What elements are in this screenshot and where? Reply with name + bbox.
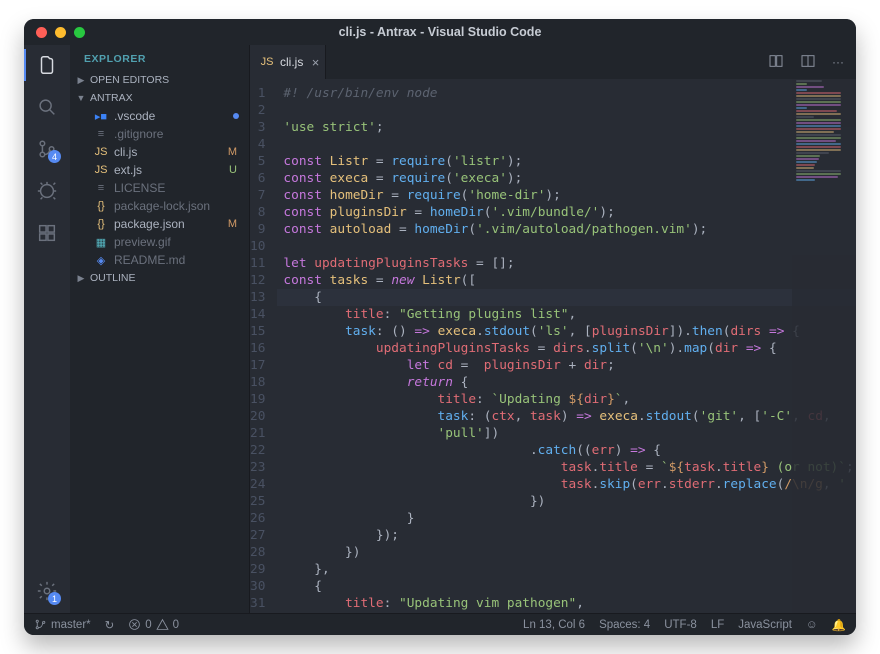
tab-cli-js[interactable]: JS cli.js × xyxy=(250,45,326,79)
file--vscode[interactable]: ▸■ .vscode xyxy=(70,107,249,125)
sync-icon[interactable]: ↻ xyxy=(105,618,115,632)
editor-actions: ··· xyxy=(768,45,856,79)
explorer-icon[interactable] xyxy=(35,53,59,77)
outline-section[interactable]: ▶OUTLINE xyxy=(70,269,249,287)
txt-file-icon: ≡ xyxy=(94,181,108,195)
split-editor-icon[interactable] xyxy=(800,53,816,72)
file-name: LICENSE xyxy=(114,181,165,195)
feedback-icon[interactable]: ☺ xyxy=(806,619,818,631)
file-name: preview.gif xyxy=(114,235,171,249)
project-section[interactable]: ▼ANTRAX xyxy=(70,89,249,107)
file-ext-js[interactable]: JS ext.js U xyxy=(70,161,249,179)
main-area: 4 1 EXPLORER ▶OPEN EDITORS ▼ANTRAX ▸■ .vs… xyxy=(24,45,856,613)
line-numbers: 1234567891011121314151617181920212223242… xyxy=(250,79,277,613)
code-editor[interactable]: 1234567891011121314151617181920212223242… xyxy=(250,79,856,613)
extensions-icon[interactable] xyxy=(35,221,59,245)
js-file-icon: JS xyxy=(260,55,274,69)
sidebar-title: EXPLORER xyxy=(70,45,249,71)
code-content[interactable]: #! /usr/bin/env node 'use strict'; const… xyxy=(277,79,856,613)
source-control-icon[interactable]: 4 xyxy=(35,137,59,161)
file-name: package.json xyxy=(114,217,185,231)
close-window-icon[interactable] xyxy=(36,27,47,38)
settings-badge: 1 xyxy=(48,592,61,605)
txt-file-icon: ≡ xyxy=(94,127,108,141)
editor-tabs: JS cli.js × ··· xyxy=(250,45,856,79)
file-tree: ▶OPEN EDITORS ▼ANTRAX ▸■ .vscode ≡ .gitigno… xyxy=(70,71,249,613)
eol[interactable]: LF xyxy=(711,619,724,631)
img-file-icon: ▦ xyxy=(94,235,108,249)
compare-icon[interactable] xyxy=(768,53,784,72)
window-title: cli.js - Antrax - Visual Studio Code xyxy=(339,25,542,39)
cursor-position[interactable]: Ln 13, Col 6 xyxy=(523,619,585,631)
file-README-md[interactable]: ◈ README.md xyxy=(70,251,249,269)
vcs-status: M xyxy=(228,146,237,158)
json-file-icon: {} xyxy=(94,217,108,231)
folder-file-icon: ▸■ xyxy=(94,109,108,123)
modified-dot-icon xyxy=(233,113,239,119)
vscode-window: cli.js - Antrax - Visual Studio Code 4 1 xyxy=(24,19,856,635)
file-LICENSE[interactable]: ≡ LICENSE xyxy=(70,179,249,197)
file-package-json[interactable]: {} package.json M xyxy=(70,215,249,233)
explorer-sidebar: EXPLORER ▶OPEN EDITORS ▼ANTRAX ▸■ .vscode… xyxy=(70,45,250,613)
titlebar: cli.js - Antrax - Visual Studio Code xyxy=(24,19,856,45)
file-name: package-lock.json xyxy=(114,199,210,213)
file-name: cli.js xyxy=(114,145,137,159)
scm-badge: 4 xyxy=(48,150,61,163)
status-bar: master* ↻ 0 0 Ln 13, Col 6 Spaces: 4 UTF… xyxy=(24,613,856,635)
file-name: README.md xyxy=(114,253,185,267)
window-controls xyxy=(36,27,85,38)
settings-gear-icon[interactable]: 1 xyxy=(35,579,59,603)
file-cli-js[interactable]: JS cli.js M xyxy=(70,143,249,161)
indentation[interactable]: Spaces: 4 xyxy=(599,619,650,631)
debug-icon[interactable] xyxy=(35,179,59,203)
file-name: ext.js xyxy=(114,163,142,177)
notifications-icon[interactable]: 🔔 xyxy=(832,618,846,632)
tab-label: cli.js xyxy=(280,55,303,69)
minimize-window-icon[interactable] xyxy=(55,27,66,38)
file--gitignore[interactable]: ≡ .gitignore xyxy=(70,125,249,143)
js-file-icon: JS xyxy=(94,163,108,177)
search-icon[interactable] xyxy=(35,95,59,119)
file-preview-gif[interactable]: ▦ preview.gif xyxy=(70,233,249,251)
vcs-status: M xyxy=(228,218,237,230)
more-actions-icon[interactable]: ··· xyxy=(832,55,844,69)
editor-area: JS cli.js × ··· 123456789101112131415161… xyxy=(250,45,856,613)
open-editors-section[interactable]: ▶OPEN EDITORS xyxy=(70,71,249,89)
md-file-icon: ◈ xyxy=(94,253,108,267)
js-file-icon: JS xyxy=(94,145,108,159)
file-name: .vscode xyxy=(114,109,155,123)
encoding[interactable]: UTF-8 xyxy=(664,619,697,631)
minimap[interactable] xyxy=(792,79,856,613)
close-tab-icon[interactable]: × xyxy=(312,55,320,70)
git-branch[interactable]: master* xyxy=(34,618,91,631)
activity-bar: 4 1 xyxy=(24,45,70,613)
json-file-icon: {} xyxy=(94,199,108,213)
file-name: .gitignore xyxy=(114,127,163,141)
file-package-lock-json[interactable]: {} package-lock.json xyxy=(70,197,249,215)
zoom-window-icon[interactable] xyxy=(74,27,85,38)
language-mode[interactable]: JavaScript xyxy=(738,619,792,631)
vcs-status: U xyxy=(229,164,237,176)
problems[interactable]: 0 0 xyxy=(128,618,179,631)
